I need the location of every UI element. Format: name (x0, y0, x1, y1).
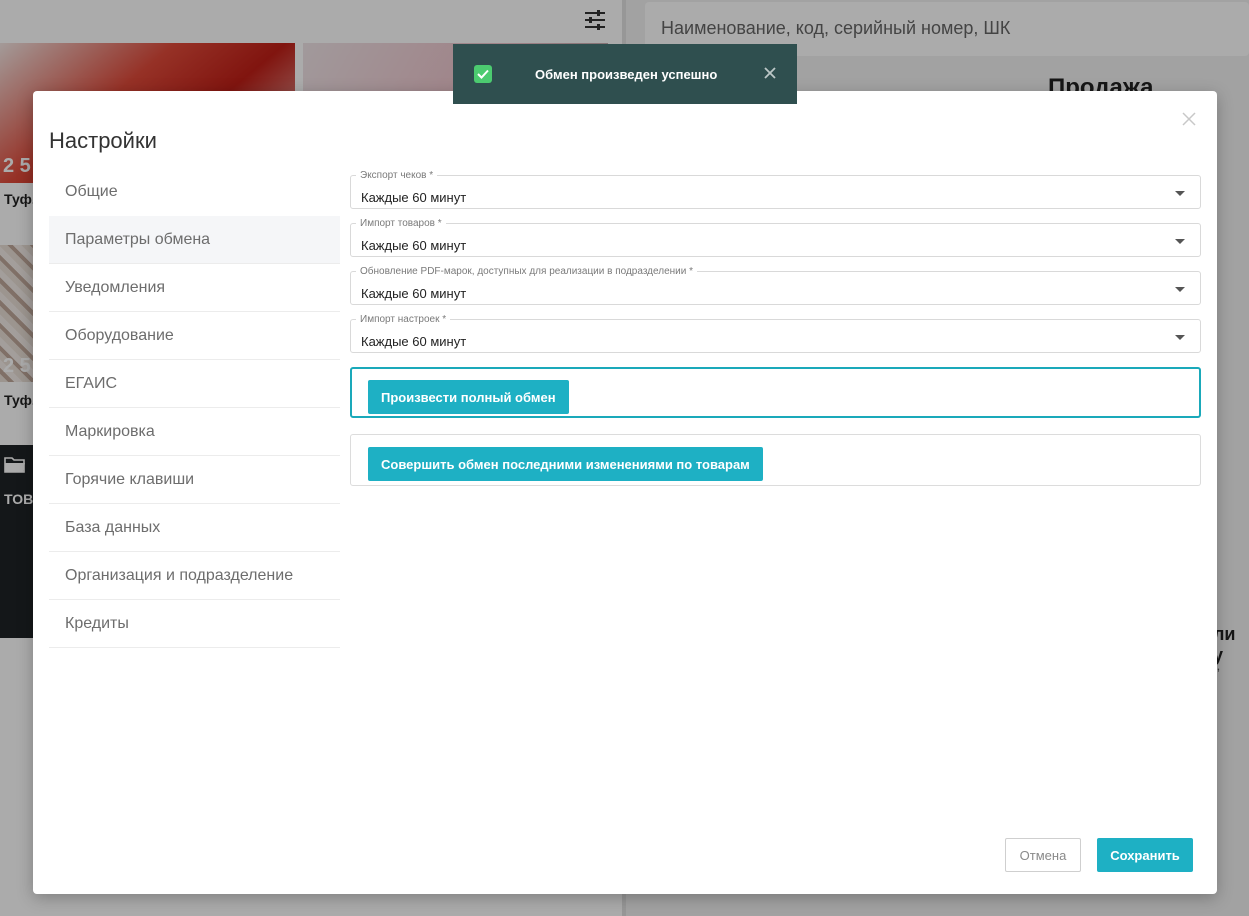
success-toast: Обмен произведен успешно (453, 44, 797, 104)
exchange-settings-form: Экспорт чеков * Каждые 60 минут Импорт т… (350, 170, 1201, 486)
modal-title: Настройки (49, 128, 157, 153)
save-button[interactable]: Сохранить (1097, 838, 1193, 872)
cancel-button[interactable]: Отмена (1005, 838, 1081, 872)
chevron-down-icon (1175, 239, 1185, 244)
chevron-down-icon (1175, 191, 1185, 196)
field-value: Каждые 60 минут (361, 238, 467, 253)
nav-item-marking[interactable]: Маркировка (49, 408, 340, 456)
full-exchange-button[interactable]: Произвести полный обмен (368, 380, 569, 414)
nav-item-general[interactable]: Общие (49, 168, 340, 216)
settings-modal: Настройки Общие Параметры обмена Уведомл… (33, 91, 1217, 894)
nav-item-exchange-params[interactable]: Параметры обмена (49, 216, 340, 264)
nav-item-organization[interactable]: Организация и подразделение (49, 552, 340, 600)
chevron-down-icon (1175, 335, 1185, 340)
field-value: Каждые 60 минут (361, 286, 467, 301)
field-label: Импорт товаров * (356, 218, 446, 230)
chevron-down-icon (1175, 287, 1185, 292)
field-label: Экспорт чеков * (356, 170, 438, 182)
receipt-export-select[interactable]: Экспорт чеков * Каждые 60 минут (350, 170, 1201, 209)
settings-import-select[interactable]: Импорт настроек * Каждые 60 минут (350, 314, 1201, 353)
field-value: Каждые 60 минут (361, 334, 467, 349)
field-label: Импорт настроек * (356, 314, 451, 326)
toast-message: Обмен произведен успешно (535, 67, 718, 82)
nav-item-database[interactable]: База данных (49, 504, 340, 552)
nav-item-notifications[interactable]: Уведомления (49, 264, 340, 312)
settings-nav: Общие Параметры обмена Уведомления Обору… (49, 168, 340, 648)
partial-exchange-box: Совершить обмен последними изменениями п… (350, 434, 1201, 486)
field-label: Обновление PDF-марок, доступных для реал… (356, 266, 698, 278)
pdf-marks-update-select[interactable]: Обновление PDF-марок, доступных для реал… (350, 266, 1201, 305)
close-icon[interactable] (1181, 111, 1197, 127)
field-value: Каждые 60 минут (361, 190, 467, 205)
nav-item-hotkeys[interactable]: Горячие клавиши (49, 456, 340, 504)
check-icon (474, 65, 492, 83)
full-exchange-box: Произвести полный обмен (350, 367, 1201, 418)
close-icon[interactable] (762, 65, 778, 81)
nav-item-egais[interactable]: ЕГАИС (49, 360, 340, 408)
nav-item-equipment[interactable]: Оборудование (49, 312, 340, 360)
nav-item-credits[interactable]: Кредиты (49, 600, 340, 648)
partial-exchange-button[interactable]: Совершить обмен последними изменениями п… (368, 447, 763, 481)
goods-import-select[interactable]: Импорт товаров * Каждые 60 минут (350, 218, 1201, 257)
